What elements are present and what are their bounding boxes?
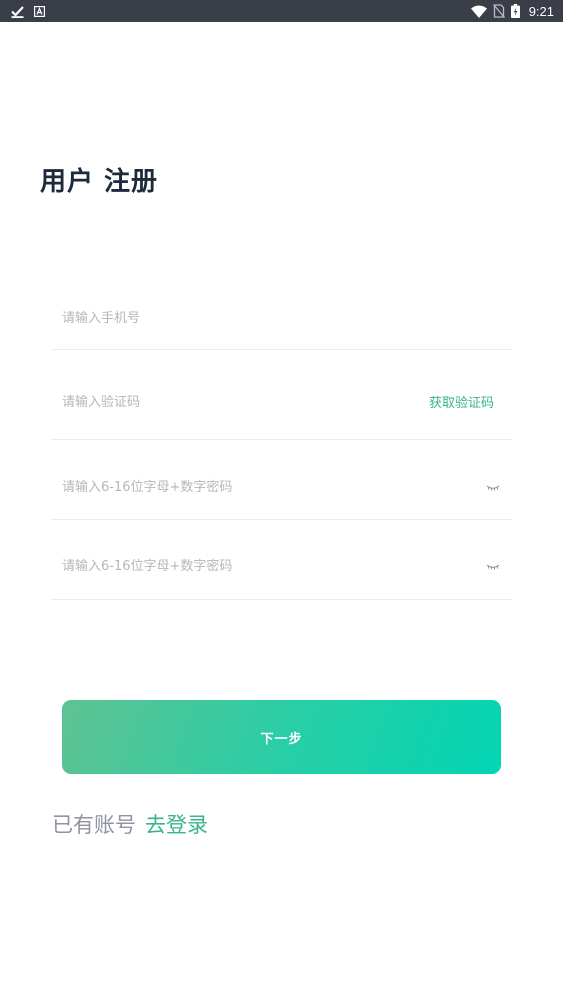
eye-closed-icon[interactable] [486,563,500,571]
check-icon [11,5,24,18]
status-bar-left [11,3,45,19]
password-field [51,440,513,520]
login-link[interactable]: 去登录 [145,813,208,837]
get-code-button[interactable]: 获取验证码 [429,392,494,411]
confirm-password-field [51,520,513,600]
confirm-password-input[interactable] [62,556,402,576]
eye-closed-icon[interactable] [486,484,500,492]
status-bar: 9:21 [0,0,563,22]
login-prompt: 已有账号 [52,813,136,837]
status-time: 9:21 [528,3,554,19]
no-sim-icon [492,4,505,18]
password-input[interactable] [62,477,402,497]
page-title: 用户 注册 [40,167,159,197]
battery-icon [510,4,520,18]
verification-code-field: 获取验证码 [51,350,513,440]
a-icon [34,5,45,17]
status-bar-right: 9:21 [470,0,554,22]
phone-field [51,288,513,350]
wifi-icon [470,5,487,18]
login-row: 已有账号 去登录 [52,810,208,840]
verification-code-input[interactable] [62,392,402,412]
phone-input[interactable] [62,308,402,328]
next-step-button[interactable]: 下一步 [62,700,501,774]
